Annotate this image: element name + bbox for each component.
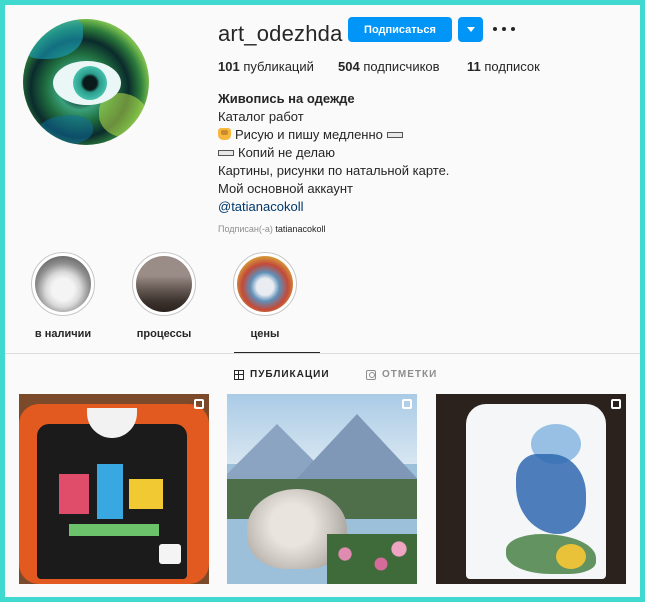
suggestions-dropdown-button[interactable] [458,17,483,42]
post-image-part [327,534,417,584]
follow-button[interactable]: Подписаться [348,17,452,42]
bio-link[interactable]: @tatianacokoll [218,198,449,216]
highlight-in-stock[interactable]: в наличии [31,252,95,340]
tab-tagged[interactable]: ОТМЕТКИ [366,369,437,380]
raised-hands-emoji-icon [218,128,231,140]
avatar-paint-splash [37,115,93,145]
followed-by-user: tatianacokoll [275,224,326,234]
tabs-divider [5,353,640,354]
bio-line: Рисую и пишу медленно [218,126,449,144]
stat-following[interactable]: 11 подписок [467,59,540,74]
bio-name: Живопись на одежде [218,91,355,106]
bio-line-text: Рисую и пишу медленно [235,127,383,142]
post-image-part [556,544,586,569]
dash-emoji-icon [218,150,234,156]
post-thumbnail[interactable] [436,394,626,584]
highlight-prices[interactable]: цены [233,252,297,340]
post-image-part [69,524,159,536]
stat-following-count: 11 [467,59,481,74]
post-image-part [59,474,89,514]
bio-line-text: Копий не делаю [238,145,335,160]
active-tab-indicator [234,352,320,353]
chevron-down-icon [466,27,475,32]
post-image-part [287,414,417,489]
highlight-processes[interactable]: процессы [132,252,196,340]
tagged-user-icon [366,369,376,380]
tab-tagged-label: ОТМЕТКИ [382,369,438,380]
post-image-part [159,544,181,564]
profile-page: art_odezhda Подписаться 101 публикаций 5… [5,5,640,597]
bio-line: Картины, рисунки по натальной карте. [218,163,450,178]
more-dots-icon [502,27,506,31]
tab-posts-label: ПУБЛИКАЦИИ [250,369,330,380]
highlight-ring [31,252,95,316]
more-dots-icon [493,27,497,31]
stat-followers[interactable]: 504 подписчиков [338,59,467,74]
highlight-label: в наличии [34,328,92,340]
profile-stats: 101 публикаций 504 подписчиков 11 подпис… [218,59,540,74]
bio-line: Каталог работ [218,109,304,124]
carousel-icon [611,399,621,409]
post-thumbnail[interactable] [227,394,417,584]
stat-posts-label: публикаций [243,59,314,74]
stat-following-label: подписок [484,59,540,74]
followed-by[interactable]: Подписан(-а) tatianacokoll [218,224,325,234]
highlight-label: процессы [136,328,192,340]
dash-emoji-icon [386,132,403,138]
avatar-iris [73,66,107,100]
highlight-cover [35,256,91,312]
more-dots-icon [511,27,515,31]
grid-icon [234,369,244,380]
stat-followers-label: подписчиков [363,59,440,74]
more-options-button[interactable] [493,19,515,39]
profile-bio: Живопись на одежде Каталог работ Рисую и… [218,90,449,216]
stat-followers-count: 504 [338,59,360,74]
bio-line: Мой основной аккаунт [218,181,354,196]
profile-avatar[interactable] [23,19,149,145]
highlight-ring [132,252,196,316]
stat-posts-count: 101 [218,59,240,74]
bio-line: Копий не делаю [218,144,449,162]
highlight-cover [237,256,293,312]
highlight-ring [233,252,297,316]
carousel-icon [194,399,204,409]
highlight-cover [136,256,192,312]
followed-by-prefix: Подписан(-а) [218,224,273,234]
post-thumbnail[interactable] [19,394,209,584]
stat-posts: 101 публикаций [218,59,338,74]
post-image-part [97,464,123,519]
tab-posts[interactable]: ПУБЛИКАЦИИ [234,369,330,380]
profile-username: art_odezhda [218,21,343,46]
avatar-paint-splash [23,19,83,59]
highlight-label: цены [250,328,280,340]
carousel-icon [402,399,412,409]
post-image-part [129,479,163,509]
